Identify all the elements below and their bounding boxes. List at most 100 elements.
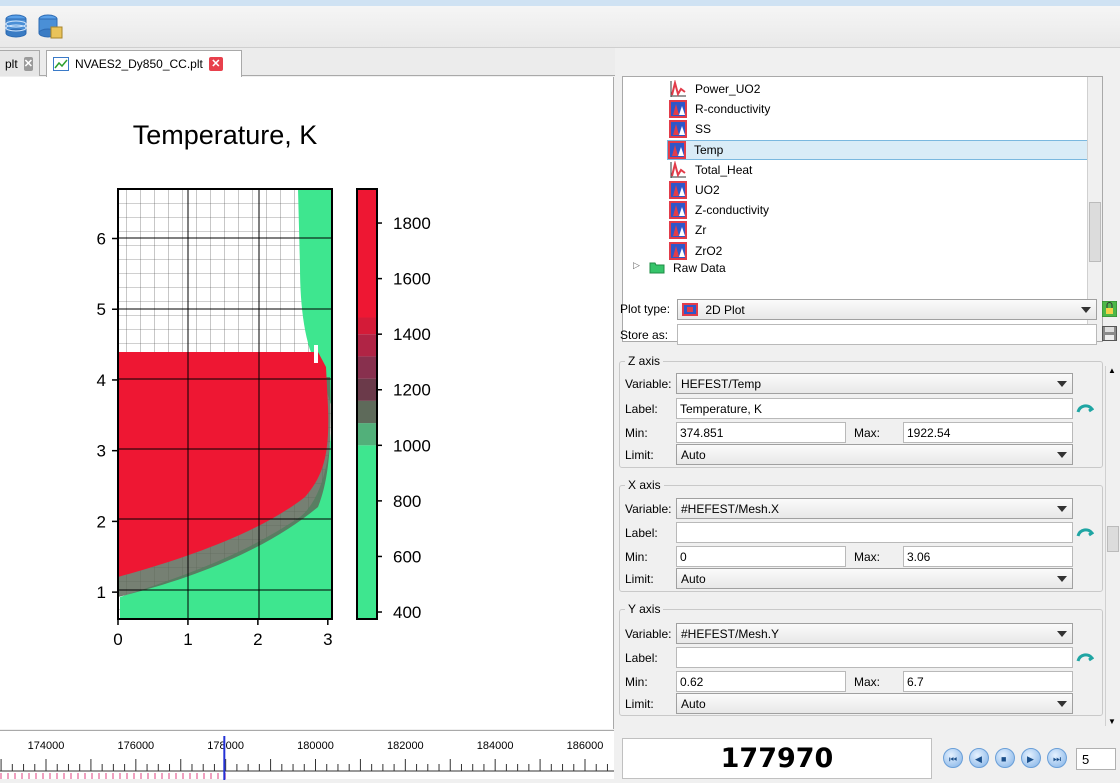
z-limit-value: Auto <box>681 448 706 462</box>
document-tabs: plt ✕ NVAES2_Dy850_CC.plt ✕ <box>0 48 615 77</box>
panel-scrollbar[interactable]: ▲ ▼ <box>1105 366 1120 726</box>
z-limit-label: Limit: <box>625 448 654 462</box>
colorbar-tick-label: 400 <box>393 603 421 622</box>
tab-plt[interactable]: plt ✕ <box>0 50 40 76</box>
z-variable-select[interactable]: HEFEST/Temp <box>676 373 1073 394</box>
x-max-label: Max: <box>854 550 881 564</box>
tree-item-ss[interactable]: SS <box>669 119 711 139</box>
y-variable-label: Variable: <box>625 627 672 641</box>
timeline-marker <box>98 773 100 779</box>
plot-type-label: Plot type: <box>620 302 671 316</box>
close-icon[interactable]: ✕ <box>208 57 223 71</box>
database-export-icon[interactable] <box>36 12 64 40</box>
colorbar-segment <box>357 356 377 379</box>
y-min-label: Min: <box>625 675 648 689</box>
chevron-down-icon <box>1057 381 1067 387</box>
timeline-marker <box>168 773 170 779</box>
timeline-marker <box>91 773 93 779</box>
save-icon[interactable] <box>1102 326 1117 341</box>
y-variable-select[interactable]: #HEFEST/Mesh.Y <box>676 623 1073 644</box>
z-min-input[interactable]: 374.851 <box>676 422 846 443</box>
timeline-marker <box>70 773 72 779</box>
folder-icon <box>649 260 665 274</box>
x-limit-label: Limit: <box>625 572 654 586</box>
stop-button[interactable]: ■ <box>995 748 1015 768</box>
x-min-input[interactable]: 0 <box>676 546 846 567</box>
tree-item-zro2[interactable]: ZrO2 <box>669 241 722 261</box>
z-limit-select[interactable]: Auto <box>676 444 1073 465</box>
colorbar-tick-label: 600 <box>393 547 421 566</box>
y-label-input[interactable] <box>676 647 1073 668</box>
store-as-input[interactable] <box>677 324 1097 345</box>
x-variable-select[interactable]: #HEFEST/Mesh.X <box>676 498 1073 519</box>
tree-item-r-conductivity[interactable]: R-conductivity <box>669 99 770 119</box>
tree-item-total-heat[interactable]: Total_Heat <box>669 159 752 180</box>
x-label-input[interactable] <box>676 522 1073 543</box>
tree-item-temp[interactable]: Temp <box>667 139 1099 160</box>
y-min-input[interactable]: 0.62 <box>676 671 846 692</box>
timeline-label: 184000 <box>477 740 514 752</box>
last-frame-button[interactable]: ⏭ <box>1047 748 1067 768</box>
expand-arrow-icon[interactable]: ▷ <box>633 260 640 271</box>
tree-item-label: UO2 <box>695 183 720 197</box>
x-limit-value: Auto <box>681 572 706 586</box>
close-icon[interactable]: ✕ <box>23 56 33 71</box>
y-tick-label: 1 <box>97 583 106 602</box>
step-spinner[interactable]: 5 <box>1076 748 1116 770</box>
x-tick-label: 1 <box>183 630 192 649</box>
timeline-marker <box>35 773 37 779</box>
timeline-marker <box>77 773 79 779</box>
plot-area[interactable]: Temperature, K 0 1 2 3 1 2 3 4 5 6 400 6… <box>0 77 614 729</box>
colorbar-ticks: 400 600 800 1000 1200 1400 1600 1800 <box>377 214 431 622</box>
current-time-display: 177970 <box>622 738 932 779</box>
timeline-label: 178000 <box>207 740 244 752</box>
colorbar-segment <box>357 334 377 357</box>
timeline-label: 186000 <box>567 740 604 752</box>
undo-arrow-icon[interactable] <box>1076 526 1095 540</box>
timeline-scale[interactable]: 174000 176000 178000 180000 182000 184000 1860… <box>0 731 614 780</box>
y-limit-select[interactable]: Auto <box>676 693 1073 714</box>
heatmap-field <box>117 188 333 620</box>
x-max-input[interactable]: 3.06 <box>903 546 1073 567</box>
z-max-input[interactable]: 1922.54 <box>903 422 1073 443</box>
database-icon[interactable] <box>2 12 30 40</box>
undo-arrow-icon[interactable] <box>1076 651 1095 665</box>
line-chart-icon <box>669 79 687 98</box>
colorbar-segment <box>357 400 377 424</box>
undo-arrow-icon[interactable] <box>1076 402 1095 416</box>
tree-item-zr[interactable]: Zr <box>669 220 706 240</box>
tab-nvaes2[interactable]: NVAES2_Dy850_CC.plt ✕ <box>46 50 242 77</box>
timeline-label: 176000 <box>117 740 154 752</box>
x-label-label: Label: <box>625 526 658 540</box>
store-as-label: Store as: <box>620 328 669 342</box>
timeline-ruler[interactable]: 174000 176000 178000 180000 182000 184000 1860… <box>0 730 614 780</box>
colorbar-segment <box>357 423 377 446</box>
timeline-marker <box>49 773 51 779</box>
tree-item-z-conductivity[interactable]: Z-conductivity <box>669 200 769 220</box>
lock-icon[interactable] <box>1101 300 1118 318</box>
raw-data-label[interactable]: Raw Data <box>673 261 726 275</box>
prev-frame-button[interactable]: ◀ <box>969 748 989 768</box>
tree-item-power-uo2[interactable]: Power_UO2 <box>669 79 760 99</box>
y-max-input[interactable]: 6.7 <box>903 671 1073 692</box>
next-frame-button[interactable]: ▶ <box>1021 748 1041 768</box>
tree-item-label: ZrO2 <box>695 243 723 258</box>
timeline-marker <box>0 773 2 779</box>
temperature-chart[interactable]: Temperature, K 0 1 2 3 123456 4006008001… <box>0 77 614 729</box>
z-label-input[interactable]: Temperature, K <box>676 398 1073 419</box>
timeline-marker <box>42 773 44 779</box>
x-limit-select[interactable]: Auto <box>676 568 1073 589</box>
z-variable-value: HEFEST/Temp <box>681 377 762 391</box>
timeline-marker <box>154 773 156 779</box>
timeline-marker <box>14 773 16 779</box>
y-tick-label: 3 <box>97 442 106 461</box>
timeline-marker <box>182 773 184 779</box>
main-toolbar <box>0 0 1120 48</box>
timeline-label: 182000 <box>387 740 424 752</box>
tree-item-label: Temp <box>694 142 724 157</box>
2d-plot-icon <box>669 120 687 139</box>
timeline-marker <box>210 773 212 779</box>
plot-type-select[interactable]: 2D Plot <box>677 299 1097 320</box>
tree-item-uo2[interactable]: UO2 <box>669 180 720 200</box>
first-frame-button[interactable]: ⏮ <box>943 748 963 768</box>
